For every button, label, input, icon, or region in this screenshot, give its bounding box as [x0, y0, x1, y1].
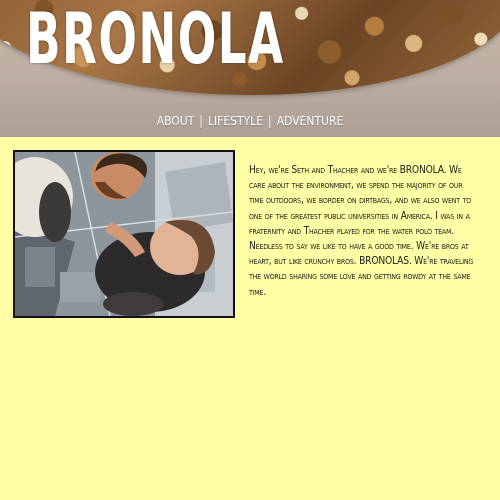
nav-adventure[interactable]: ADVENTURE [277, 114, 344, 128]
site-header: BRONOLA ABOUT | LIFESTYLE | ADVENTURE [0, 0, 500, 137]
nav-separator: | [199, 114, 203, 128]
site-logo[interactable]: BRONOLA [26, 4, 285, 74]
selfie-photo-icon [15, 152, 233, 316]
nav-about[interactable]: ABOUT [157, 114, 195, 128]
nav-lifestyle[interactable]: LIFESTYLE [208, 114, 263, 128]
selfie-photo [13, 150, 235, 318]
main-nav: ABOUT | LIFESTYLE | ADVENTURE [0, 114, 500, 128]
nav-separator: | [268, 114, 272, 128]
about-text: Hey, we're Seth and Thacher and we're BR… [249, 165, 474, 298]
